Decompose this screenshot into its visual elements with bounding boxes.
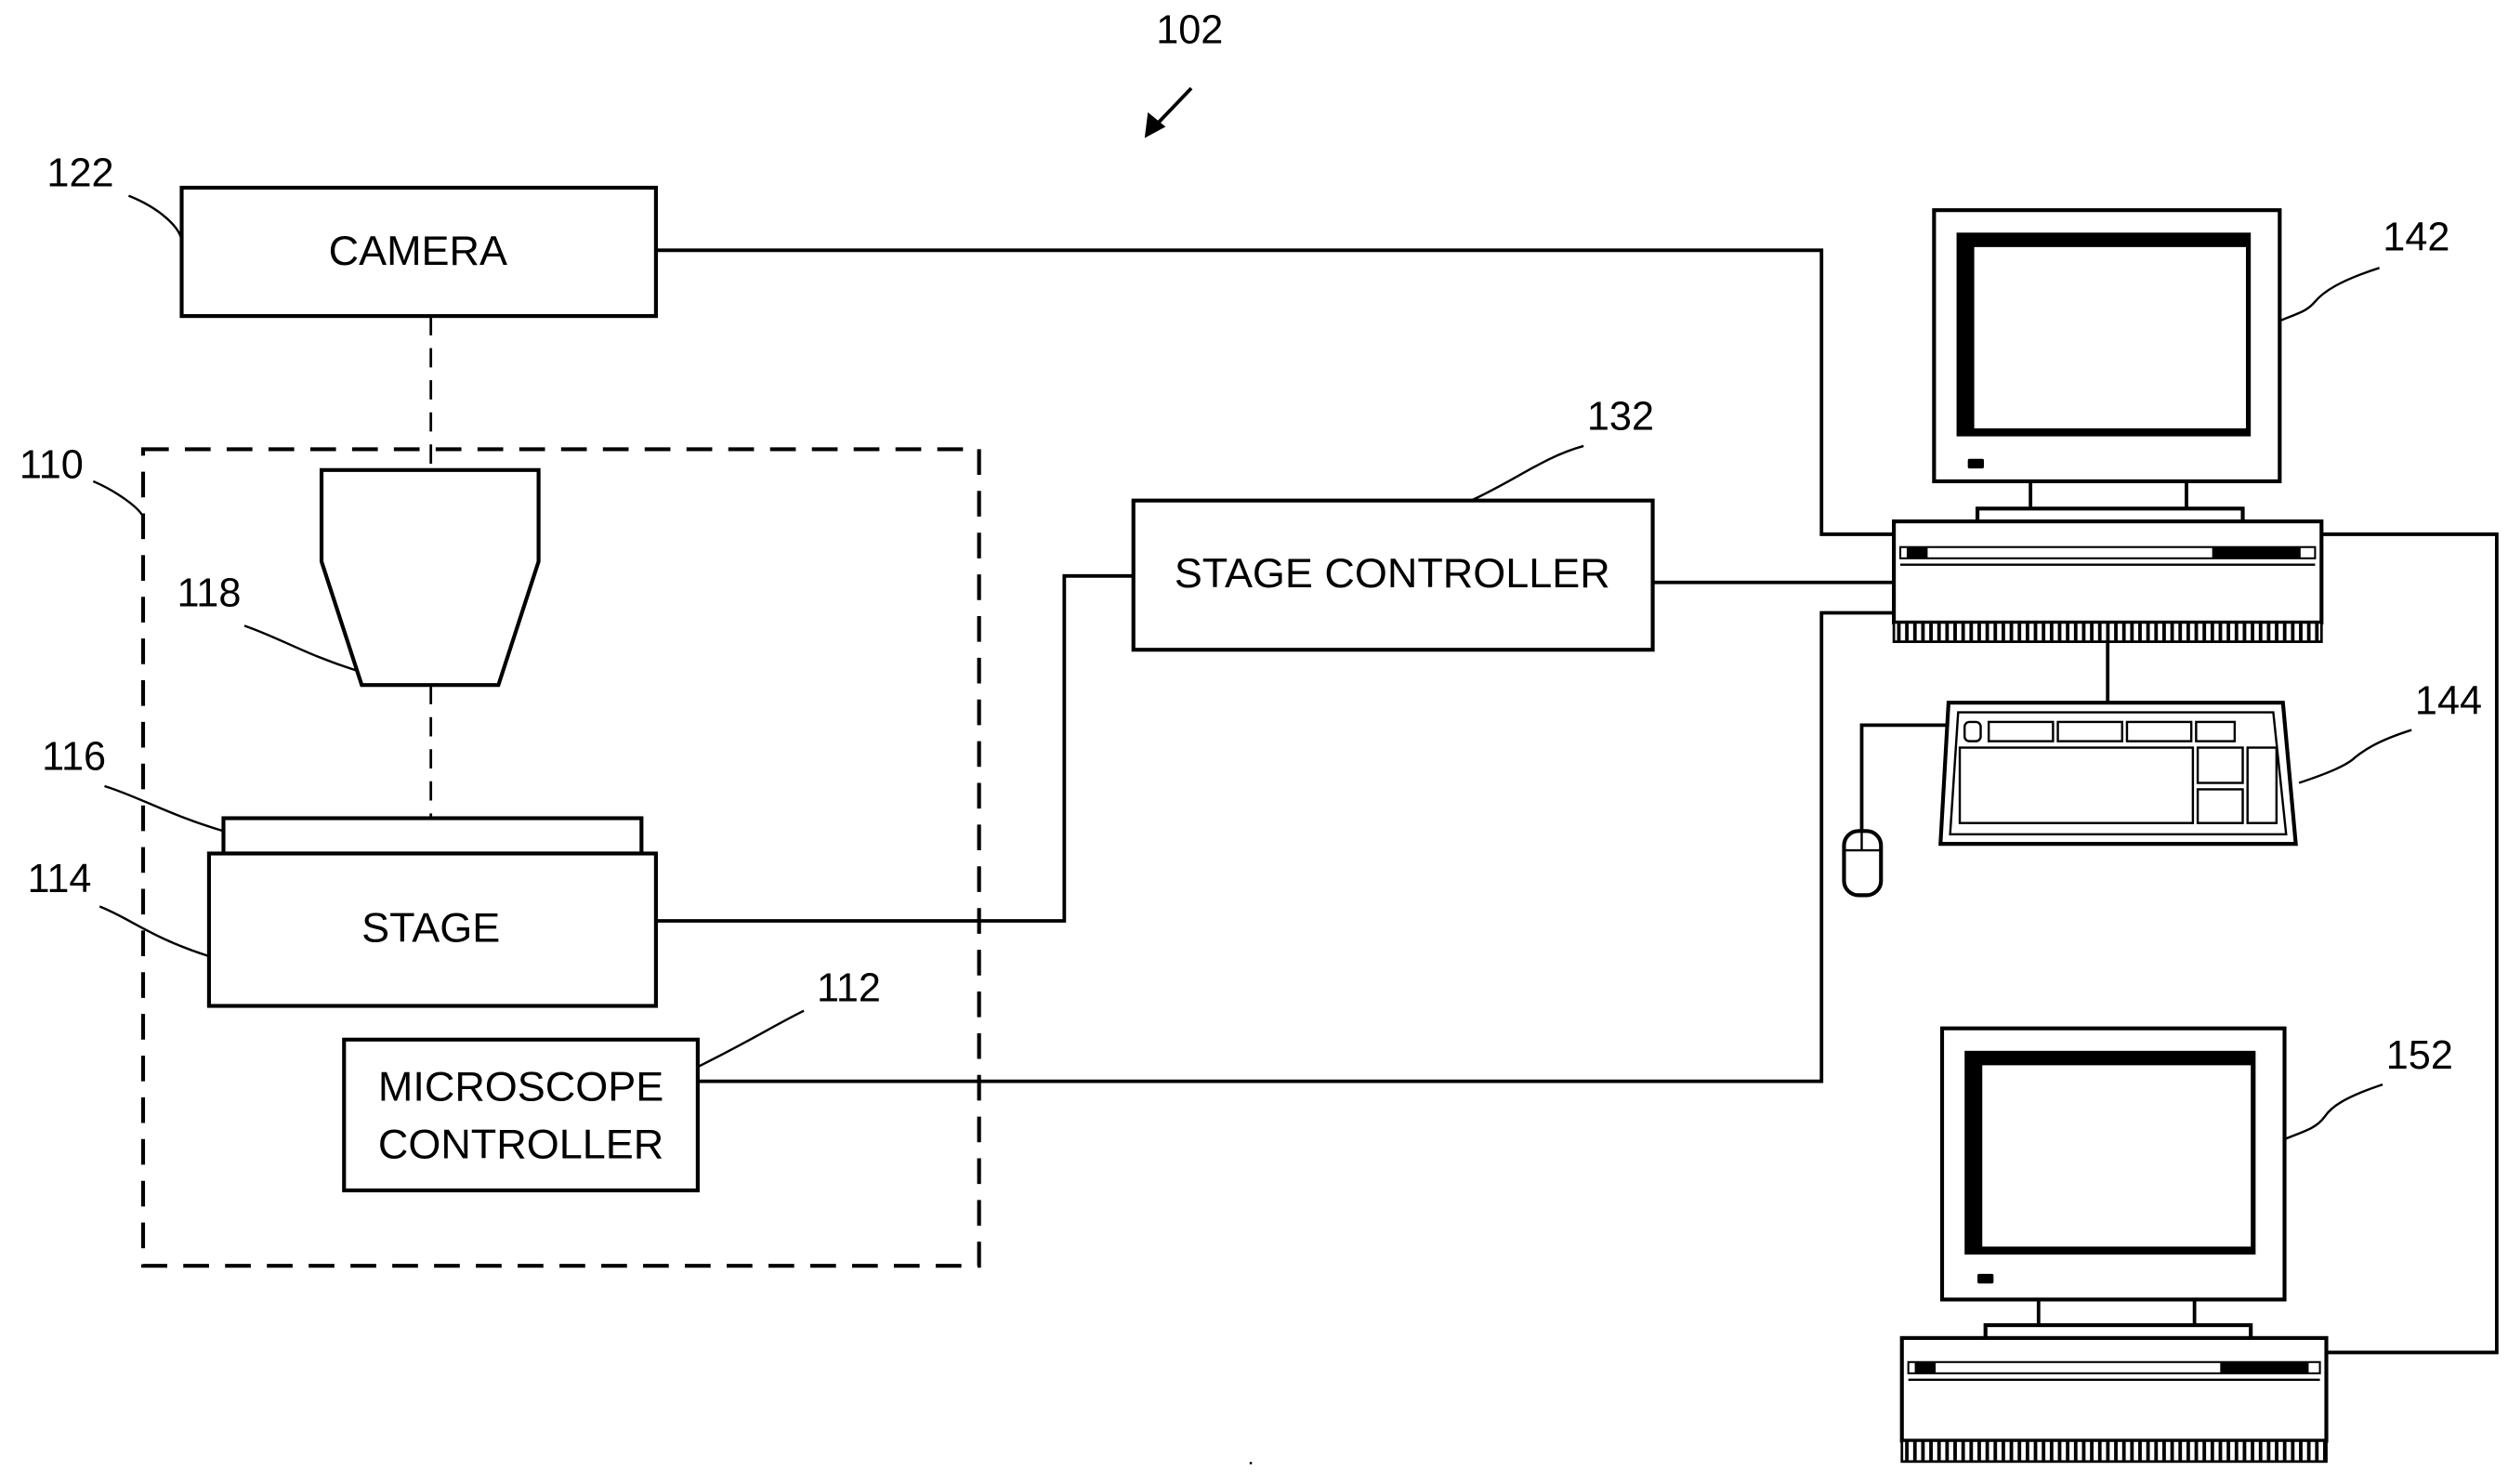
stage-to-stage-controller-line xyxy=(655,573,1134,923)
microscope-controller-leader-line xyxy=(697,1009,805,1069)
computer-secondary-ref: 152 xyxy=(2386,1033,2453,1078)
microscope-controller-label-line1: MICROSCOPE xyxy=(378,1062,663,1110)
stage-block: STAGE 114 xyxy=(28,851,658,1008)
keyboard-to-mouse-line xyxy=(1859,723,1949,832)
screen-primary xyxy=(1974,246,2246,428)
stage-controller-label: STAGE CONTROLLER xyxy=(1175,549,1610,597)
speck xyxy=(1249,1462,1253,1464)
mouse xyxy=(1842,829,1884,898)
slide-shape xyxy=(221,816,644,856)
figure-reference: 102 xyxy=(1144,8,1223,138)
objective-shape xyxy=(319,467,541,688)
drive-slot-left-primary xyxy=(1906,546,1928,558)
stage-label: STAGE xyxy=(361,903,500,951)
computer-primary-ref: 142 xyxy=(2383,215,2449,259)
slide-block: 116 xyxy=(42,735,644,856)
computer-primary-leader-line xyxy=(2278,267,2380,322)
microscope-controller-label-line2: CONTROLLER xyxy=(378,1121,663,1168)
case-primary xyxy=(1892,519,2324,624)
drive-slot-right-primary xyxy=(2212,546,2301,558)
keyboard: 144 xyxy=(1938,678,2482,847)
microscope-ref: 110 xyxy=(20,443,84,488)
screen-secondary xyxy=(1982,1065,2252,1247)
camera-to-computer-line xyxy=(655,248,1895,536)
power-led-secondary-icon xyxy=(1977,1273,1994,1284)
vent-primary xyxy=(1892,621,2323,643)
stage-controller-block: STAGE CONTROLLER 132 xyxy=(1131,395,1655,652)
camera-label: CAMERA xyxy=(329,227,507,274)
camera-block: CAMERA 122 xyxy=(46,151,658,319)
slide-leader-line xyxy=(104,784,224,833)
stage-leader-line xyxy=(98,905,210,958)
microscope-leader-line xyxy=(92,479,145,518)
figure-ref-arrow-shaft xyxy=(1154,86,1193,126)
power-led-primary-icon xyxy=(1967,458,1984,469)
objective-ref: 118 xyxy=(177,571,241,616)
computer-secondary-leader-line xyxy=(2284,1083,2383,1140)
system-diagram: 102 CAMERA 122 110 118 116 STAGE 114 MIC… xyxy=(20,8,2499,1464)
drive-slot-right-secondary xyxy=(2220,1361,2309,1373)
stage-ref: 114 xyxy=(28,857,92,901)
stage-controller-leader-line xyxy=(1470,444,1584,502)
camera-leader-line xyxy=(127,194,183,242)
objective-leader-line xyxy=(243,624,358,672)
slide-ref: 116 xyxy=(42,735,106,780)
keyboard-ref: 144 xyxy=(2415,678,2482,723)
microscope-controller-ref: 112 xyxy=(817,965,881,1010)
microscope-controller-to-computer-line xyxy=(697,611,1895,1083)
computer-to-secondary-computer-line xyxy=(2321,532,2499,1355)
stage-controller-ref: 132 xyxy=(1587,395,1654,440)
computer-secondary: 152 xyxy=(1899,1026,2453,1464)
vent-secondary xyxy=(1900,1439,2328,1464)
camera-ref: 122 xyxy=(46,151,113,195)
keyboard-leader-line xyxy=(2298,729,2412,784)
drive-slot-left-secondary xyxy=(1914,1361,1937,1373)
figure-ref-number: 102 xyxy=(1156,8,1223,53)
objective-lens: 118 xyxy=(177,467,541,688)
case-secondary xyxy=(1899,1335,2329,1443)
computer-primary: 142 xyxy=(1892,208,2449,643)
